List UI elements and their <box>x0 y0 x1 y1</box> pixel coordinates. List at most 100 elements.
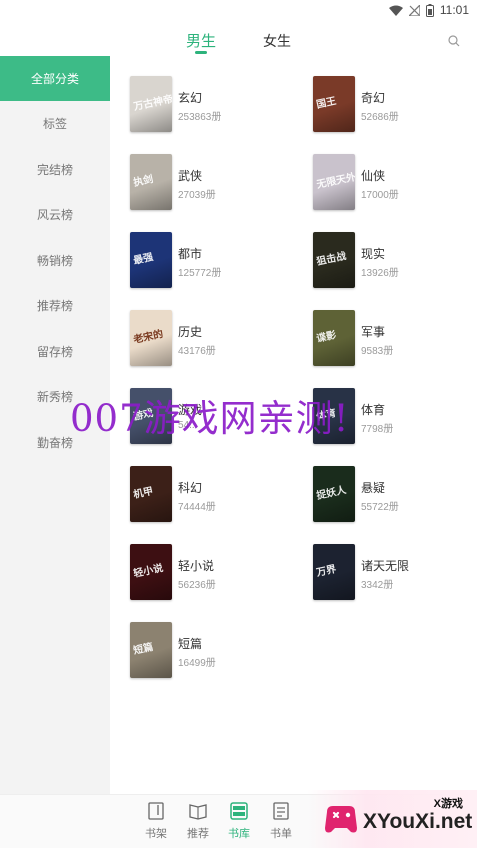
no-signal-icon <box>408 4 420 16</box>
book-open-icon <box>189 804 207 820</box>
category-count: 52686册 <box>361 112 399 123</box>
category-item-xianxia[interactable]: 无限天外 仙侠 17000册 <box>313 154 477 212</box>
booklist-icon <box>273 802 289 820</box>
category-name: 军事 <box>361 325 386 339</box>
category-name: 都市 <box>178 247 203 261</box>
gamepad-logo-icon <box>325 806 357 833</box>
book-cover: 万界 <box>313 544 355 600</box>
category-count: 3342册 <box>361 580 394 591</box>
category-count: 125772册 <box>178 268 222 279</box>
book-cover: 谍影 <box>313 310 355 366</box>
book-cover: 国王 <box>313 76 355 132</box>
nav-recommend[interactable]: 推荐 <box>183 801 213 841</box>
category-count: 27039册 <box>178 190 216 201</box>
tab-active-indicator <box>195 51 207 54</box>
book-cover: 轻小说 <box>130 544 172 600</box>
cover-title: 万界 <box>315 563 338 579</box>
tab-female[interactable]: 女生 <box>263 31 291 51</box>
category-name: 奇幻 <box>361 91 386 105</box>
cover-title: 执剑 <box>132 173 155 189</box>
nav-library[interactable]: 书库 <box>224 801 254 841</box>
category-item-qingxiaoshuo[interactable]: 轻小说 轻小说 56236册 <box>130 544 300 602</box>
cover-title: 老宋的 <box>132 328 165 346</box>
sidebar-item-recommended[interactable]: 推荐榜 <box>0 283 110 328</box>
category-item-qihuan[interactable]: 国王 奇幻 52686册 <box>313 76 477 134</box>
category-name: 武侠 <box>178 169 203 183</box>
bookshelf-icon <box>148 802 164 820</box>
category-name: 轻小说 <box>178 559 215 573</box>
category-count: 74444册 <box>178 502 216 513</box>
site-logo-text: XYouXi.net <box>363 810 473 833</box>
category-item-xianshi[interactable]: 狙击战 现实 13926册 <box>313 232 477 290</box>
book-cover: 捉妖人 <box>313 466 355 522</box>
category-name: 历史 <box>178 325 203 339</box>
nav-label: 书单 <box>270 828 292 840</box>
category-item-duanpian[interactable]: 短篇 短篇 16499册 <box>130 622 300 680</box>
book-cover: 最强 <box>130 232 172 288</box>
site-logo-small-text: X游戏 <box>433 798 463 810</box>
category-name: 玄幻 <box>178 91 203 105</box>
category-item-lishi[interactable]: 老宋的 历史 43176册 <box>130 310 300 368</box>
category-item-zhutian[interactable]: 万界 诸天无限 3342册 <box>313 544 477 602</box>
category-item-xuanhuan[interactable]: 万古神帝 玄幻 253863册 <box>130 76 300 134</box>
category-count: 9583册 <box>361 346 394 357</box>
book-cover: 狙击战 <box>313 232 355 288</box>
category-name: 仙侠 <box>361 169 386 183</box>
cover-title: 无限天外 <box>315 171 355 191</box>
cover-title: 万古神帝 <box>132 93 172 113</box>
book-cover: 执剑 <box>130 154 172 210</box>
library-icon <box>230 802 248 820</box>
book-cover: 短篇 <box>130 622 172 678</box>
category-count: 56236册 <box>178 580 216 591</box>
sidebar-item-tags[interactable]: 标签 <box>0 101 110 146</box>
status-bar: 11:01 <box>0 0 477 22</box>
nav-label: 书库 <box>228 828 250 840</box>
category-item-xuanyi[interactable]: 捉妖人 悬疑 55722册 <box>313 466 477 524</box>
category-count: 43176册 <box>178 346 216 357</box>
status-icons: 11:01 <box>388 3 469 17</box>
sidebar-item-bestseller[interactable]: 畅销榜 <box>0 238 110 283</box>
category-name: 悬疑 <box>361 481 386 495</box>
category-count: 17000册 <box>361 190 399 201</box>
sidebar-item-fengyun[interactable]: 风云榜 <box>0 192 110 237</box>
cover-title: 轻小说 <box>132 562 165 580</box>
cover-title: 国王 <box>315 95 338 111</box>
header: 男生 女生 <box>0 22 477 56</box>
book-cover: 万古神帝 <box>130 76 172 132</box>
category-name: 诸天无限 <box>361 559 410 573</box>
category-item-kehuan[interactable]: 机甲 科幻 74444册 <box>130 466 300 524</box>
category-count: 7798册 <box>361 424 394 435</box>
category-name: 短篇 <box>178 637 203 651</box>
sidebar-item-completed[interactable]: 完结榜 <box>0 147 110 192</box>
category-count: 13926册 <box>361 268 399 279</box>
book-cover: 机甲 <box>130 466 172 522</box>
nav-bookshelf[interactable]: 书架 <box>141 801 171 841</box>
category-name: 科幻 <box>178 481 203 495</box>
category-item-junshi[interactable]: 谍影 军事 9583册 <box>313 310 477 368</box>
tab-male[interactable]: 男生 <box>186 30 216 51</box>
category-count: 253863册 <box>178 112 222 123</box>
battery-icon <box>425 3 434 17</box>
nav-label: 推荐 <box>187 828 209 840</box>
book-cover: 无限天外 <box>313 154 355 210</box>
category-count: 16499册 <box>178 658 216 669</box>
category-name: 体育 <box>361 403 386 417</box>
site-logo: XYouXi.net X游戏 <box>307 790 477 848</box>
cover-title: 谍影 <box>315 329 338 345</box>
cover-title: 狙击战 <box>315 250 348 268</box>
cover-title: 短篇 <box>132 641 155 657</box>
search-icon[interactable] <box>447 34 461 48</box>
sidebar-item-all-categories[interactable]: 全部分类 <box>0 56 110 101</box>
category-name: 现实 <box>361 247 386 261</box>
category-item-dushi[interactable]: 最强 都市 125772册 <box>130 232 300 290</box>
sidebar-item-retention[interactable]: 留存榜 <box>0 329 110 374</box>
wifi-icon <box>388 5 403 16</box>
category-item-wuxia[interactable]: 执剑 武侠 27039册 <box>130 154 300 212</box>
nav-booklist[interactable]: 书单 <box>266 801 296 841</box>
cover-title: 捉妖人 <box>315 484 348 502</box>
nav-label: 书架 <box>145 828 167 840</box>
watermark-text: 007游戏网亲测! <box>70 397 350 440</box>
cover-title: 最强 <box>132 251 155 267</box>
category-count: 55722册 <box>361 502 399 513</box>
cover-title: 机甲 <box>132 485 155 501</box>
